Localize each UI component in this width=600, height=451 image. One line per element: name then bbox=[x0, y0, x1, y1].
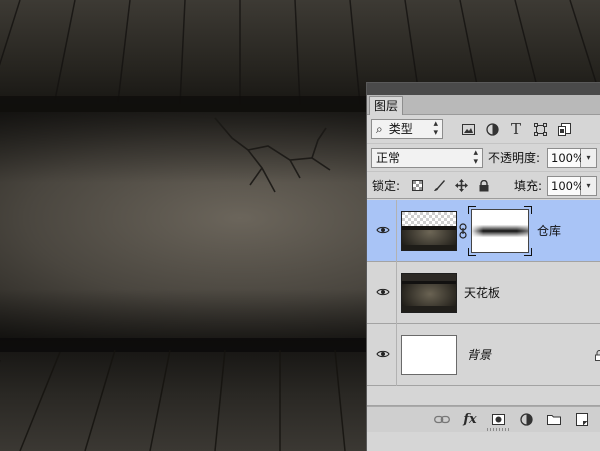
layer-row-warehouse[interactable]: 仓库 bbox=[367, 200, 600, 262]
filter-icon-group: T bbox=[459, 120, 573, 138]
lock-transparent-icon[interactable] bbox=[409, 177, 426, 194]
visibility-eye-icon[interactable] bbox=[373, 344, 393, 364]
layers-empty-area[interactable] bbox=[367, 386, 600, 406]
lock-image-icon[interactable] bbox=[431, 177, 448, 194]
blend-row: 正常 ▴ ▾ 不透明度: 100% ▾ bbox=[367, 143, 600, 171]
layers-panel: 图层 ⌕ 类型 ▴ ▾ T 正常 ▴ ▾ 不透明度: 100% ▾ 锁定: 填充… bbox=[366, 82, 600, 451]
lock-position-icon[interactable] bbox=[453, 177, 470, 194]
blend-mode-select[interactable]: 正常 ▴ ▾ bbox=[371, 148, 483, 168]
link-layers-icon[interactable] bbox=[433, 410, 451, 428]
new-group-icon[interactable] bbox=[545, 410, 563, 428]
layers-footer: fx bbox=[367, 406, 600, 432]
footer-icon-group: fx bbox=[433, 410, 600, 428]
panel-header-strip[interactable] bbox=[367, 83, 600, 95]
fill-dropdown-arrow[interactable]: ▾ bbox=[581, 176, 597, 196]
layer-row-ceiling[interactable]: 天花板 bbox=[367, 262, 600, 324]
layer-thumbnail[interactable] bbox=[401, 273, 457, 313]
opacity-input[interactable]: 100% bbox=[547, 148, 584, 168]
new-layer-icon[interactable] bbox=[573, 410, 591, 428]
smart-object-filter-icon[interactable] bbox=[555, 120, 573, 138]
tab-layers[interactable]: 图层 bbox=[369, 96, 403, 115]
select-arrows-icon: ▴ ▾ bbox=[473, 148, 478, 167]
lock-icon-group bbox=[409, 177, 492, 194]
layer-divider bbox=[396, 262, 397, 324]
layer-name[interactable]: 天花板 bbox=[464, 262, 500, 324]
lock-all-icon[interactable] bbox=[475, 177, 492, 194]
layer-name[interactable]: 仓库 bbox=[537, 200, 561, 262]
select-arrows-icon: ▴ ▾ bbox=[433, 119, 438, 138]
image-filter-icon[interactable] bbox=[459, 120, 477, 138]
layer-divider bbox=[396, 200, 397, 262]
adjustment-filter-icon[interactable] bbox=[483, 120, 501, 138]
shape-filter-icon[interactable] bbox=[531, 120, 549, 138]
fill-label: 填充: bbox=[514, 179, 543, 193]
visibility-eye-icon[interactable] bbox=[373, 282, 393, 302]
opacity-dropdown-arrow[interactable]: ▾ bbox=[581, 148, 597, 168]
blend-mode-value: 正常 bbox=[376, 151, 401, 165]
layer-thumbnail[interactable] bbox=[401, 211, 457, 251]
filter-type-select[interactable]: ⌕ 类型 ▴ ▾ bbox=[371, 119, 443, 139]
layer-thumbnail[interactable] bbox=[401, 335, 457, 375]
layer-name[interactable]: 背景 bbox=[467, 324, 491, 386]
panel-tab-bar: 图层 bbox=[367, 95, 600, 115]
lock-row: 锁定: 填充: 100% ▾ bbox=[367, 171, 600, 199]
layer-divider bbox=[396, 324, 397, 386]
lock-label: 锁定: bbox=[372, 179, 401, 193]
opacity-label: 不透明度: bbox=[488, 151, 541, 165]
layer-filter-row: ⌕ 类型 ▴ ▾ T bbox=[367, 115, 600, 143]
type-filter-icon[interactable]: T bbox=[507, 120, 525, 138]
adjustment-layer-icon[interactable] bbox=[517, 410, 535, 428]
add-mask-icon[interactable] bbox=[489, 410, 507, 428]
filter-type-value: 类型 bbox=[388, 122, 413, 136]
visibility-eye-icon[interactable] bbox=[373, 220, 393, 240]
fill-input[interactable]: 100% bbox=[547, 176, 584, 196]
mask-link-icon[interactable] bbox=[458, 223, 468, 239]
search-icon: ⌕ bbox=[376, 122, 383, 136]
layer-mask-thumbnail[interactable] bbox=[471, 209, 529, 253]
panel-resize-grip[interactable] bbox=[487, 428, 511, 431]
layer-lock-icon bbox=[595, 349, 600, 362]
layer-row-background[interactable]: 背景 bbox=[367, 324, 600, 386]
fx-icon[interactable]: fx bbox=[461, 410, 479, 428]
